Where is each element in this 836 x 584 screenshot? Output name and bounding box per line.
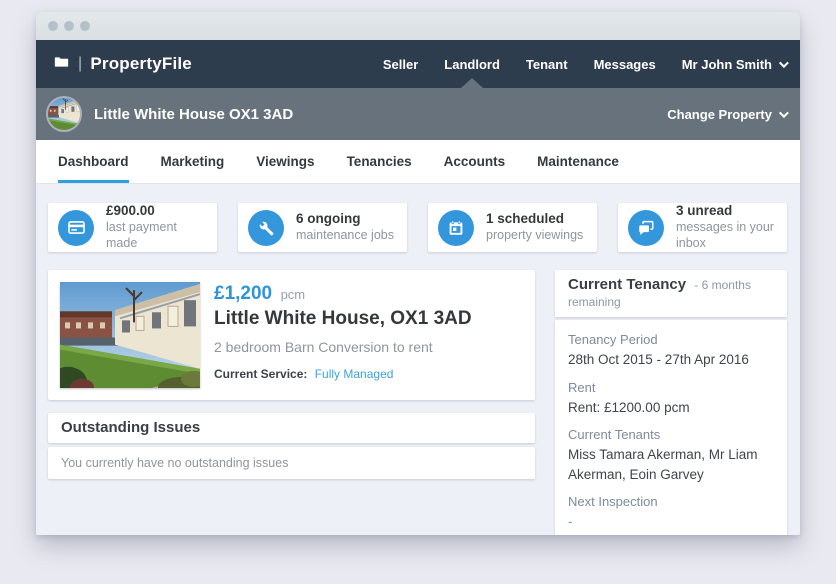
service-row: Current Service: Fully Managed	[214, 367, 472, 381]
service-value-link[interactable]: Fully Managed	[315, 367, 394, 381]
user-menu[interactable]: Mr John Smith	[682, 40, 786, 88]
user-name: Mr John Smith	[682, 57, 772, 72]
stat-value: 3 unread	[676, 203, 777, 220]
stat-last-payment[interactable]: £900.00 last payment made	[48, 203, 217, 252]
tab-label: Dashboard	[58, 154, 129, 169]
nav-item-label: Landlord	[444, 57, 500, 72]
section-tabs: Dashboard Marketing Viewings Tenancies A…	[36, 140, 800, 184]
listing-price: £1,200	[214, 283, 272, 304]
tab-maintenance[interactable]: Maintenance	[537, 140, 619, 183]
tab-label: Maintenance	[537, 154, 619, 169]
tab-label: Marketing	[161, 154, 225, 169]
tab-label: Accounts	[444, 154, 506, 169]
nav-item-messages[interactable]: Messages	[594, 40, 656, 88]
stat-value: 6 ongoing	[296, 211, 394, 228]
property-header: Little White House OX1 3AD Change Proper…	[36, 88, 800, 140]
propertyfile-logo[interactable]: | PropertyFile	[52, 54, 192, 75]
tenancy-field-value: 28th Oct 2015 - 27th Apr 2016	[568, 350, 774, 370]
property-listing-card[interactable]: £1,200 pcm Little White House, OX1 3AD 2…	[48, 270, 535, 400]
current-tenancy-title: Current Tenancy	[568, 276, 686, 293]
tenancy-field-value: -	[568, 512, 774, 532]
tab-accounts[interactable]: Accounts	[444, 140, 506, 183]
stat-text: £900.00 last payment made	[106, 203, 207, 251]
stat-text: 3 unread messages in your inbox	[676, 203, 777, 251]
app-window: | PropertyFile Seller Landlord Tenant Me…	[36, 12, 800, 535]
stat-value: 1 scheduled	[486, 211, 583, 228]
top-navbar: | PropertyFile Seller Landlord Tenant Me…	[36, 40, 800, 88]
wrench-icon	[248, 210, 284, 246]
tab-label: Viewings	[256, 154, 314, 169]
stat-label: property viewings	[486, 228, 583, 244]
stat-text: 1 scheduled property viewings	[486, 211, 583, 244]
change-property-label: Change Property	[667, 107, 772, 122]
listing-description: 2 bedroom Barn Conversion to rent	[214, 339, 472, 355]
nav-item-label: Tenant	[526, 57, 568, 72]
left-column: £1,200 pcm Little White House, OX1 3AD 2…	[48, 270, 535, 535]
tab-marketing[interactable]: Marketing	[161, 140, 225, 183]
tenancy-field-label: Next Inspection	[568, 494, 774, 509]
chevron-down-icon	[779, 58, 789, 68]
chevron-down-icon	[779, 108, 789, 118]
tenancy-field-label: Current Tenants	[568, 427, 774, 442]
tenancy-field-value: Rent: £1200.00 pcm	[568, 398, 774, 418]
stat-maintenance-jobs[interactable]: 6 ongoing maintenance jobs	[238, 203, 407, 252]
nav-item-tenant[interactable]: Tenant	[526, 40, 568, 88]
chat-icon	[628, 210, 664, 246]
nav-item-label: Seller	[383, 57, 418, 72]
main-nav: Seller Landlord Tenant Messages Mr John …	[383, 40, 786, 88]
property-avatar[interactable]	[46, 96, 82, 132]
listing-info: £1,200 pcm Little White House, OX1 3AD 2…	[214, 282, 472, 388]
service-label: Current Service:	[214, 367, 307, 381]
stat-label: maintenance jobs	[296, 228, 394, 244]
stat-label: last payment made	[106, 220, 207, 251]
nav-item-seller[interactable]: Seller	[383, 40, 418, 88]
calendar-icon	[438, 210, 474, 246]
browser-titlebar	[36, 12, 800, 40]
tab-viewings[interactable]: Viewings	[256, 140, 314, 183]
stat-property-viewings[interactable]: 1 scheduled property viewings	[428, 203, 597, 252]
window-control-icon[interactable]	[64, 21, 74, 31]
outstanding-issues-empty-message: You currently have no outstanding issues	[48, 447, 535, 479]
current-tenancy-header: Current Tenancy - 6 months remaining	[555, 270, 787, 317]
stat-label: messages in your inbox	[676, 220, 777, 251]
logo-divider: |	[78, 55, 82, 73]
tenancy-field-value: Miss Tamara Akerman, Mr Liam Akerman, Eo…	[568, 445, 774, 484]
outstanding-issues-header: Outstanding Issues	[48, 413, 535, 443]
tenancy-field-label: Rent	[568, 380, 774, 395]
nav-item-label: Messages	[594, 57, 656, 72]
change-property-button[interactable]: Change Property	[667, 107, 786, 122]
main-columns: £1,200 pcm Little White House, OX1 3AD 2…	[48, 270, 787, 535]
tab-label: Tenancies	[347, 154, 412, 169]
price-row: £1,200 pcm	[214, 283, 472, 305]
stat-text: 6 ongoing maintenance jobs	[296, 211, 394, 244]
stat-unread-messages[interactable]: 3 unread messages in your inbox	[618, 203, 787, 252]
property-title: Little White House OX1 3AD	[94, 106, 293, 123]
logo-text: PropertyFile	[90, 54, 192, 74]
property-photo	[60, 282, 200, 388]
tab-dashboard[interactable]: Dashboard	[58, 140, 129, 183]
right-column: Current Tenancy - 6 months remaining Ten…	[555, 270, 787, 535]
stat-value: £900.00	[106, 203, 207, 220]
tab-tenancies[interactable]: Tenancies	[347, 140, 412, 183]
stats-row: £900.00 last payment made 6 ongoing main…	[48, 203, 787, 252]
current-tenancy-body: Tenancy Period 28th Oct 2015 - 27th Apr …	[555, 320, 787, 535]
window-control-icon[interactable]	[80, 21, 90, 31]
tenancy-field-label: Tenancy Period	[568, 332, 774, 347]
credit-card-icon	[58, 210, 94, 246]
price-unit: pcm	[281, 287, 306, 302]
listing-title: Little White House, OX1 3AD	[214, 308, 472, 330]
nav-item-landlord[interactable]: Landlord	[444, 40, 500, 88]
window-control-icon[interactable]	[48, 21, 58, 31]
folder-icon	[52, 54, 71, 75]
dashboard-content: £900.00 last payment made 6 ongoing main…	[36, 184, 800, 535]
